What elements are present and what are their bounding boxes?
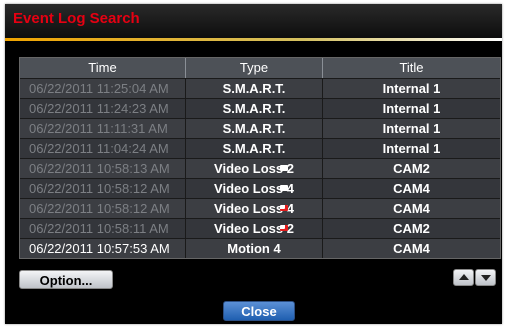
row-type: Motion 4 xyxy=(186,239,323,258)
row-type: Video Loss 2 xyxy=(186,159,323,178)
dialog-title: Event Log Search xyxy=(13,10,140,27)
row-title: CAM2 xyxy=(393,161,430,176)
row-type: Video Loss 2 xyxy=(186,219,323,238)
video-loss-red-icon xyxy=(280,205,288,211)
table-row[interactable]: 06/22/2011 11:24:23 AM S.M.A.R.T. Internal… xyxy=(20,98,500,118)
row-time: 06/22/2011 10:57:53 AM xyxy=(20,239,186,258)
row-title: CAM4 xyxy=(393,201,430,216)
row-time: 06/22/2011 11:25:04 AM xyxy=(20,79,186,98)
table-row[interactable]: 06/22/2011 10:58:12 AM Video Loss 4 CAM4 xyxy=(20,178,500,198)
table-row[interactable]: 06/22/2011 11:04:24 AM S.M.A.R.T. Internal… xyxy=(20,138,500,158)
row-time: 06/22/2011 11:04:24 AM xyxy=(20,139,186,158)
row-type-label: S.M.A.R.T. xyxy=(222,101,286,116)
table-row[interactable]: 06/22/2011 10:58:12 AM Video Loss 4 CAM4 xyxy=(20,198,500,218)
table-row[interactable]: 06/22/2011 10:58:13 AM Video Loss 2 CAM2 xyxy=(20,158,500,178)
row-title: CAM4 xyxy=(393,181,430,196)
video-loss-icon xyxy=(280,165,288,171)
arrow-down-icon xyxy=(480,275,491,281)
table-row[interactable]: 06/22/2011 10:57:53 AM Motion 4 CAM4 xyxy=(20,238,500,258)
row-title: CAM4 xyxy=(393,241,430,256)
video-loss-icon xyxy=(280,185,288,191)
column-header-time[interactable]: Time xyxy=(20,58,186,78)
row-title: CAM2 xyxy=(393,221,430,236)
row-type-label: S.M.A.R.T. xyxy=(222,81,286,96)
video-loss-red-icon xyxy=(280,225,288,231)
arrow-up-icon xyxy=(458,274,469,280)
row-type-label: S.M.A.R.T. xyxy=(222,121,286,136)
row-type: S.M.A.R.T. xyxy=(186,139,323,158)
close-button[interactable]: Close xyxy=(223,301,295,321)
row-title: Internal 1 xyxy=(382,121,441,136)
row-type: S.M.A.R.T. xyxy=(186,119,323,138)
row-title: Internal 1 xyxy=(382,101,441,116)
row-time: 06/22/2011 11:24:23 AM xyxy=(20,99,186,118)
row-time: 06/22/2011 11:11:31 AM xyxy=(20,119,186,138)
row-type: S.M.A.R.T. xyxy=(186,79,323,98)
row-title: Internal 1 xyxy=(382,81,441,96)
column-header-title[interactable]: Title xyxy=(323,58,500,78)
row-type: Video Loss 4 xyxy=(186,179,323,198)
row-type: S.M.A.R.T. xyxy=(186,99,323,118)
table-body: 06/22/2011 11:25:04 AM S.M.A.R.T. Internal… xyxy=(20,78,500,258)
scroll-up-button[interactable] xyxy=(453,269,474,286)
row-time: 06/22/2011 10:58:12 AM xyxy=(20,199,186,218)
table-header: Time Type Title xyxy=(20,58,500,78)
row-time: 06/22/2011 10:58:13 AM xyxy=(20,159,186,178)
column-header-type[interactable]: Type xyxy=(186,58,323,78)
row-type: Video Loss 4 xyxy=(186,199,323,218)
row-title: Internal 1 xyxy=(382,141,441,156)
scroll-down-button[interactable] xyxy=(475,269,496,286)
option-button[interactable]: Option... xyxy=(19,270,113,289)
row-time: 06/22/2011 10:58:11 AM xyxy=(20,219,186,238)
title-bar: Event Log Search xyxy=(5,4,502,38)
title-underline xyxy=(5,38,502,41)
event-log-search-dialog: Event Log Search Time Type Title 06/22/2… xyxy=(5,4,502,324)
table-row[interactable]: 06/22/2011 11:25:04 AM S.M.A.R.T. Internal… xyxy=(20,78,500,98)
table-row[interactable]: 06/22/2011 11:11:31 AM S.M.A.R.T. Internal… xyxy=(20,118,500,138)
row-type-label: Motion 4 xyxy=(227,241,281,256)
event-log-table: Time Type Title 06/22/2011 11:25:04 AM S.… xyxy=(19,57,501,259)
row-time: 06/22/2011 10:58:12 AM xyxy=(20,179,186,198)
table-row[interactable]: 06/22/2011 10:58:11 AM Video Loss 2 CAM2 xyxy=(20,218,500,238)
row-type-label: S.M.A.R.T. xyxy=(222,141,286,156)
